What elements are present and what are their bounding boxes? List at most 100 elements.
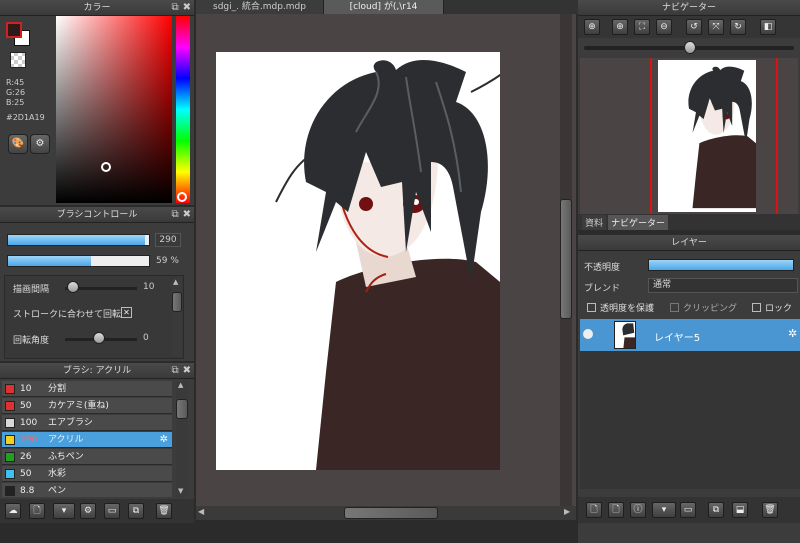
lock-checkbox[interactable] [752,303,761,312]
layer-settings-icon[interactable]: ✲ [788,327,797,340]
duplicate-layer-icon[interactable]: ⧉ [708,502,724,518]
canvas-bottom-strip [196,520,576,543]
canvas-vertical-scrollbar[interactable] [560,14,572,506]
palette-icon[interactable]: 🎨 [8,134,28,154]
saturation-value-picker[interactable] [56,16,172,203]
foreground-color-swatch[interactable] [6,22,22,38]
layer-title-text: レイヤー [671,238,707,248]
canvas-area[interactable]: ◀ ▶ [196,14,576,520]
brush-settings-icon[interactable]: ⚙ [80,503,96,519]
navigator-tab-strip: 資料 ナビゲーター [578,214,800,230]
brush-size-label: 10 [20,384,32,394]
transparent-swatch[interactable] [10,52,26,68]
new-layer-alt-icon[interactable]: 🗋 [608,502,624,518]
stroke-rotate-checkbox[interactable]: ✕ [121,307,132,318]
brush-list-item[interactable]: 10 分割 [2,381,172,397]
brush-list-item[interactable]: 290 アクリル ✲ [2,432,172,448]
tab-navigator[interactable]: ナビゲーター [608,215,669,230]
delete-layer-icon[interactable]: 🗑 [762,502,778,518]
tab-document-1[interactable]: sdgi_. 統合.mdp.mdp [196,0,324,14]
new-layer-icon[interactable]: 🗋 [586,502,602,518]
canvas-horizontal-scroll-thumb[interactable] [344,507,438,519]
color-panel-title-text: カラー [83,3,111,13]
brush-list-item[interactable]: 50 水彩 [2,466,172,482]
clipping-checkbox[interactable] [670,303,679,312]
reset-view-icon[interactable]: ⤧ [708,19,724,35]
brush-size-value[interactable]: 290 [155,233,181,247]
scroll-right-icon[interactable]: ▶ [564,507,570,516]
layer-type-dropdown-icon[interactable]: ▾ [652,502,676,518]
hue-slider[interactable] [176,16,190,203]
rotate-left-icon[interactable]: ↺ [686,19,702,35]
rotate-right-icon[interactable]: ↻ [730,19,746,35]
close-icon[interactable]: ✖ [183,365,191,376]
brush-list-item[interactable]: 26 ふちペン [2,449,172,465]
color-g-value: G:26 [6,88,26,97]
layer-folder-icon[interactable]: ▭ [680,502,696,518]
layer-row[interactable]: レイヤー5 ✲ [580,319,800,351]
color-panel: カラー ⧉ ✖ R:45 G:26 B:25 #2D1A19 🎨 ⚙ [0,0,194,205]
brush-opacity-bar[interactable] [7,255,150,267]
navigator-thumbnail-art [688,66,756,209]
tab-reference[interactable]: 資料 [582,215,607,230]
brush-list-item[interactable]: 50 カケアミ(重ね) [2,398,172,414]
canvas-document[interactable] [216,52,500,470]
layer-thumbnail [614,321,636,349]
fit-window-icon[interactable]: ⛶ [634,19,650,35]
scroll-up-icon[interactable]: ▲ [173,278,178,286]
scroll-down-icon[interactable]: ▼ [178,487,183,495]
brush-list-scrollbar[interactable]: ▲ ▼ [176,381,188,497]
new-brush-icon[interactable]: 🗋 [29,503,45,519]
artwork-illustration [275,60,500,470]
navigator-zoom-slider-handle[interactable] [684,41,696,54]
lock-label: ロック [765,304,793,314]
hue-cursor[interactable] [177,192,187,202]
brush-list-item[interactable]: 100 エアブラシ [2,415,172,431]
undock-icon[interactable]: ⧉ [171,365,178,376]
cloud-icon[interactable]: ☁ [5,503,21,519]
brush-name-label: カケアミ(重ね) [48,401,109,411]
layer-blend-select[interactable]: 通常 [648,278,798,293]
folder-icon[interactable]: ▭ [104,503,120,519]
layer-opacity-bar[interactable] [648,259,794,271]
trash-icon[interactable]: 🗑 [156,503,172,519]
palette-settings-icon[interactable]: ⚙ [30,134,50,154]
tab-document-2[interactable]: [cloud] が(,\r14 [324,0,444,14]
merge-layer-icon[interactable]: ⬓ [732,502,748,518]
canvas-vertical-scroll-thumb[interactable] [560,199,572,319]
brush-size-label: 50 [20,401,32,411]
brush-options-scrollbar[interactable]: ▲ [172,278,182,356]
scroll-up-icon[interactable]: ▲ [178,381,183,389]
layer-info-icon[interactable]: ⓘ [630,502,646,518]
close-icon[interactable]: ✖ [183,209,191,220]
brush-options-scroll-thumb[interactable] [172,292,182,312]
brush-size-bar[interactable] [7,234,150,246]
navigator-preview[interactable] [580,58,798,214]
brush-control-title: ブラシコントロール ⧉ ✖ [0,207,194,223]
brush-settings-gear-icon[interactable]: ✲ [160,432,168,448]
brush-list-scroll-thumb[interactable] [176,399,188,419]
brush-color-swatch [5,435,15,445]
canvas-horizontal-scrollbar[interactable]: ◀ ▶ [196,506,576,520]
brush-list-item[interactable]: 8.8 ペン [2,483,172,497]
zoom-out-icon[interactable]: ⊖ [656,19,672,35]
artwork-shirt [316,258,500,470]
picker-cursor[interactable] [101,162,111,172]
brush-type-dropdown-icon[interactable]: ▾ [53,503,75,519]
scroll-left-icon[interactable]: ◀ [198,507,204,516]
color-hex-value: #2D1A19 [6,113,45,122]
brush-size-label: 50 [20,469,32,479]
flip-horizontal-icon[interactable]: ◧ [760,19,776,35]
rotation-slider-handle[interactable] [93,332,105,344]
visibility-eye-icon[interactable] [583,329,593,339]
undock-icon[interactable]: ⧉ [171,209,178,220]
close-icon[interactable]: ✖ [183,2,191,13]
duplicate-icon[interactable]: ⧉ [128,503,144,519]
protect-alpha-checkbox[interactable] [587,303,596,312]
undock-icon[interactable]: ⧉ [171,2,178,13]
clipping-label: クリッピング [683,304,738,314]
interval-slider-handle[interactable] [67,281,79,293]
brush-control-panel: ブラシコントロール ⧉ ✖ 290 59 % 描画間隔 10 ストロークに合わせて… [0,207,194,361]
zoom-in-alt-icon[interactable]: ⊕ [612,19,628,35]
zoom-in-icon[interactable]: ⊕ [584,19,600,35]
